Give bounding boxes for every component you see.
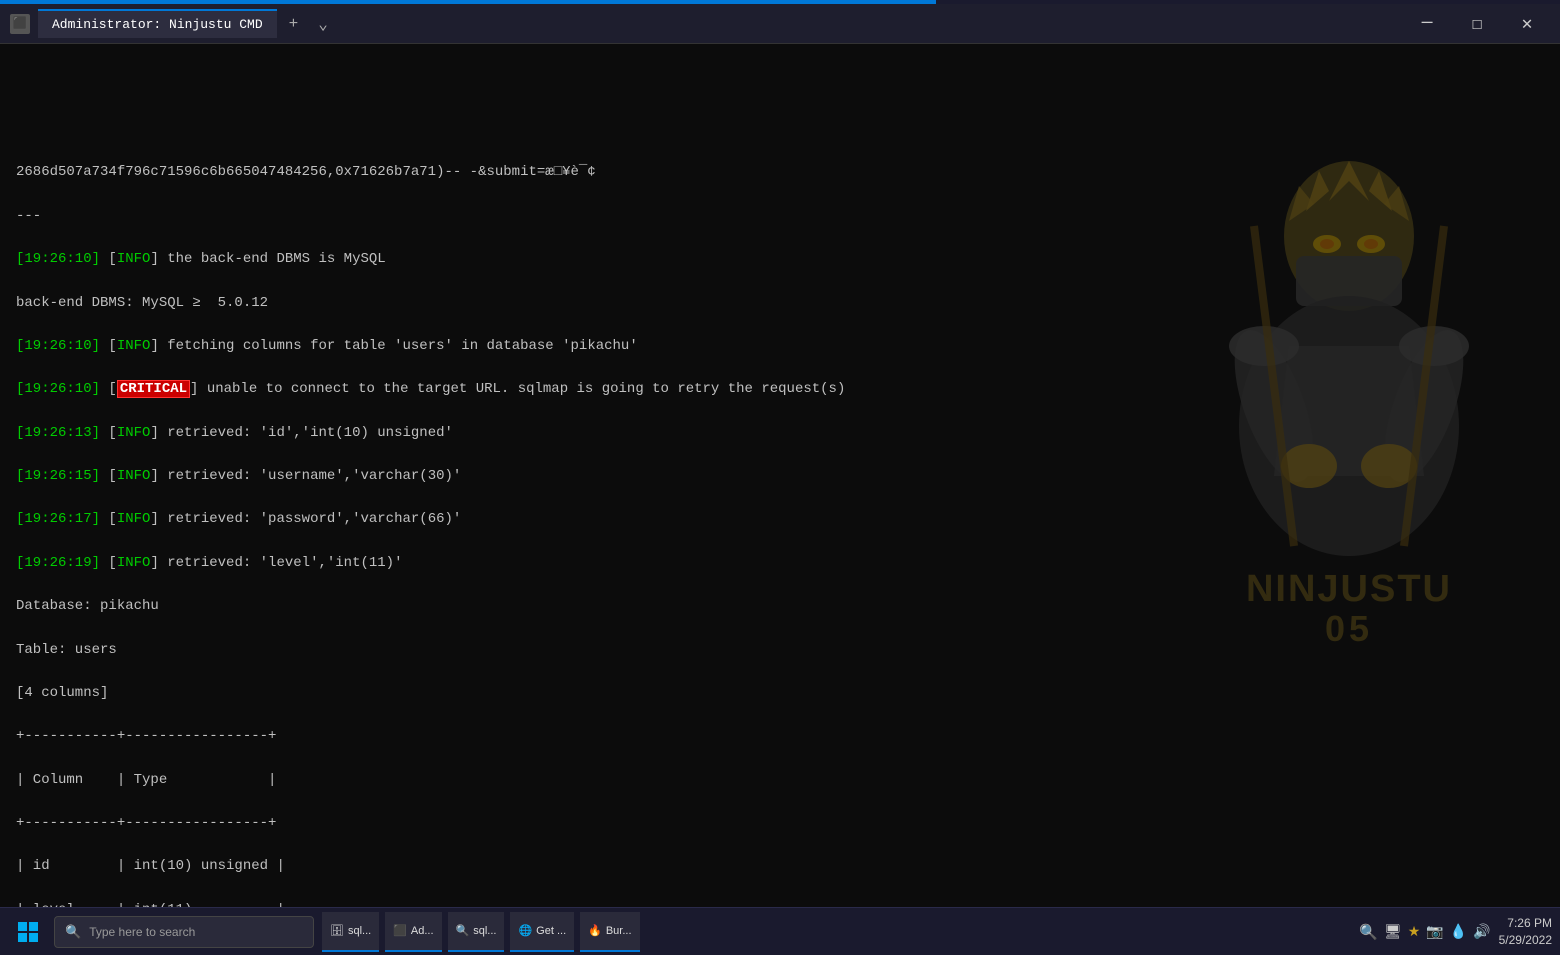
taskbar-app-cmd[interactable]: ⬛ Ad...: [385, 912, 441, 952]
get-label: Get ...: [536, 925, 566, 937]
terminal-table-border1: +-----------+-----------------+: [16, 726, 1544, 748]
new-tab-button[interactable]: +: [279, 15, 309, 33]
window-controls: ─ ☐ ✕: [1404, 9, 1550, 39]
maximize-button[interactable]: ☐: [1454, 9, 1500, 39]
search-tray-icon[interactable]: 🔍: [1359, 923, 1378, 941]
clock-time: 7:26 PM: [1499, 915, 1552, 932]
taskbar-app-sql1[interactable]: 🗄 sql...: [322, 912, 379, 952]
window-icon: ⬛: [10, 14, 30, 34]
bur-icon: 🔥: [588, 924, 602, 937]
terminal-table-header: | Column | Type |: [16, 770, 1544, 792]
terminal-line-9: [19:26:17] [INFO] retrieved: 'password',…: [16, 509, 1544, 531]
terminal-line-13: [4 columns]: [16, 683, 1544, 705]
bur-label: Bur...: [606, 925, 632, 937]
taskbar-app-sql2[interactable]: 🔍 sql...: [448, 912, 505, 952]
cmd-icon: ⬛: [393, 924, 407, 937]
terminal-line-11: Database: pikachu: [16, 596, 1544, 618]
cmd-label: Ad...: [411, 925, 434, 937]
get-icon: 🌐: [518, 924, 532, 937]
titlebar: ⬛ Administrator: Ninjustu CMD + ⌄ ─ ☐ ✕: [0, 4, 1560, 44]
taskbar: 🔍 Type here to search 🗄 sql... ⬛ Ad... 🔍…: [0, 907, 1560, 955]
terminal-table-row1: | id | int(10) unsigned |: [16, 856, 1544, 878]
terminal-output[interactable]: NINJUSTU 05 2686d507a734f796c71596c6b665…: [0, 44, 1560, 911]
active-tab[interactable]: Administrator: Ninjustu CMD: [38, 9, 277, 38]
sql1-icon: 🗄: [330, 924, 344, 937]
clock[interactable]: 7:26 PM 5/29/2022: [1499, 915, 1552, 949]
start-button[interactable]: [8, 912, 48, 952]
terminal-line-5: [19:26:10] [INFO] fetching columns for t…: [16, 336, 1544, 358]
system-tray: 🔍 🖥 ★ 📷 💧 🔊: [1359, 923, 1490, 941]
terminal-line-12: Table: users: [16, 640, 1544, 662]
taskbar-search-bar[interactable]: 🔍 Type here to search: [54, 916, 314, 948]
water-icon[interactable]: 💧: [1450, 923, 1467, 940]
taskbar-right: 🔍 🖥 ★ 📷 💧 🔊 7:26 PM 5/29/2022: [1359, 915, 1552, 949]
screenshot-icon[interactable]: 📷: [1426, 923, 1443, 940]
terminal-line-2: ---: [16, 206, 1544, 228]
taskbar-app-bur[interactable]: 🔥 Bur...: [580, 912, 639, 952]
terminal-line-7: [19:26:13] [INFO] retrieved: 'id','int(1…: [16, 423, 1544, 445]
sql1-label: sql...: [348, 925, 371, 937]
taskbar-app-get[interactable]: 🌐 Get ...: [510, 912, 574, 952]
sql2-icon: 🔍: [456, 924, 470, 937]
search-icon: 🔍: [65, 924, 81, 940]
network-icon[interactable]: 🖥: [1384, 923, 1402, 940]
tab-dropdown-button[interactable]: ⌄: [308, 14, 338, 34]
terminal-line-6: [19:26:10] [CRITICAL] unable to connect …: [16, 379, 1544, 401]
taskbar-apps: 🗄 sql... ⬛ Ad... 🔍 sql... 🌐 Get ... 🔥 Bu…: [320, 912, 1359, 952]
terminal-line-8: [19:26:15] [INFO] retrieved: 'username',…: [16, 466, 1544, 488]
terminal-line-10: [19:26:19] [INFO] retrieved: 'level','in…: [16, 553, 1544, 575]
volume-icon[interactable]: 🔊: [1473, 923, 1490, 940]
terminal-line-3: [19:26:10] [INFO] the back-end DBMS is M…: [16, 249, 1544, 271]
terminal-table-border2: +-----------+-----------------+: [16, 813, 1544, 835]
clock-date: 5/29/2022: [1499, 932, 1552, 949]
minimize-button[interactable]: ─: [1404, 9, 1450, 39]
terminal-line-1: 2686d507a734f796c71596c6b665047484256,0x…: [16, 162, 1544, 184]
search-placeholder: Type here to search: [89, 925, 195, 939]
close-button[interactable]: ✕: [1504, 9, 1550, 39]
sql2-label: sql...: [473, 925, 496, 937]
ninjustu-icon[interactable]: ★: [1408, 923, 1421, 940]
terminal-line-4: back-end DBMS: MySQL ≥ 5.0.12: [16, 293, 1544, 315]
tab-label: Administrator: Ninjustu CMD: [52, 17, 263, 32]
